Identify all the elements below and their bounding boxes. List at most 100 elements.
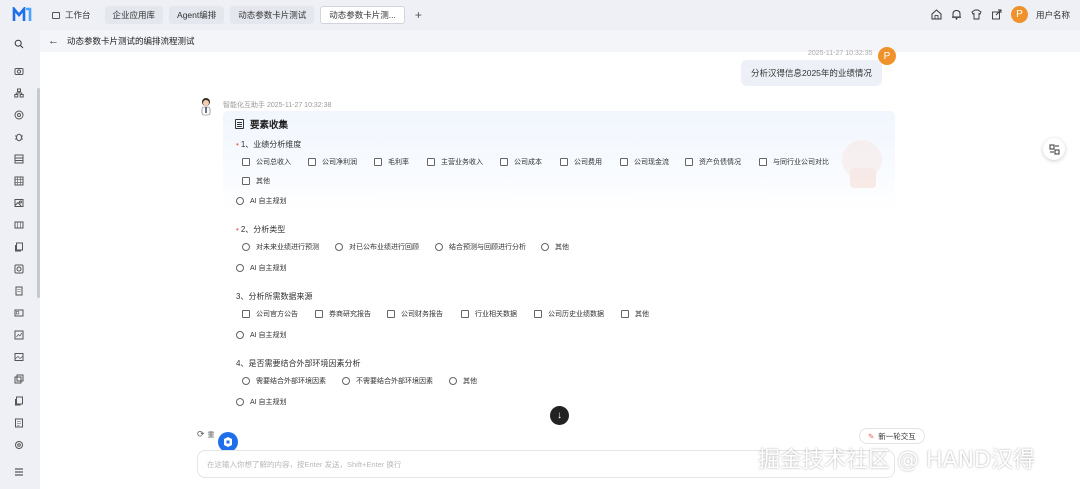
checkbox-option[interactable]: 公司费用: [560, 157, 602, 167]
radio-option[interactable]: 对未来业绩进行预测: [242, 242, 319, 252]
chart-icon[interactable]: [13, 329, 24, 340]
checkbox-option[interactable]: 其他: [621, 309, 649, 319]
checkbox[interactable]: [534, 310, 542, 318]
settings-icon[interactable]: [13, 439, 24, 450]
radio-option[interactable]: 需要结合外部环境因素: [242, 376, 326, 386]
checkbox-option[interactable]: 公司净利润: [308, 157, 357, 167]
checkbox[interactable]: [315, 310, 323, 318]
checkbox[interactable]: [427, 158, 435, 166]
radio[interactable]: [541, 243, 549, 251]
photo-icon[interactable]: [13, 263, 24, 274]
page-title: 动态参数卡片测试的编排流程测试: [67, 36, 195, 46]
camera-icon[interactable]: [13, 65, 24, 76]
search-icon[interactable]: [13, 38, 24, 49]
checkbox-option[interactable]: 公司财务报告: [387, 309, 443, 319]
checkbox[interactable]: [461, 310, 469, 318]
radio[interactable]: [242, 243, 250, 251]
checkbox-option[interactable]: 公司现金流: [620, 157, 669, 167]
tab-dynamic-card-active[interactable]: 动态参数卡片测...: [320, 6, 405, 24]
tab-workbench[interactable]: 工作台: [44, 6, 99, 24]
radio[interactable]: [236, 197, 244, 205]
checkbox[interactable]: [621, 310, 629, 318]
checkbox[interactable]: [620, 158, 628, 166]
refresh-button[interactable]: ⟳ 重: [197, 429, 215, 440]
tab-app-library[interactable]: 企业应用库: [104, 6, 164, 24]
shirt-icon[interactable]: [971, 9, 983, 21]
avatar[interactable]: P: [1010, 6, 1028, 23]
option-label: 公司总收入: [256, 159, 291, 166]
scroll-down-arrow-icon[interactable]: ↓: [550, 406, 569, 425]
checkbox[interactable]: [387, 310, 395, 318]
checkbox-option[interactable]: 公司历史业绩数据: [534, 309, 604, 319]
radio-option[interactable]: 对已公布业绩进行回顾: [335, 242, 419, 252]
option-label: 公司净利润: [322, 159, 357, 166]
username[interactable]: 用户名称: [1036, 9, 1070, 21]
form-icon[interactable]: [13, 417, 24, 428]
org-chart-icon[interactable]: [13, 87, 24, 98]
option-label: 公司现金流: [634, 159, 669, 166]
radio-option-ai[interactable]: AI 自主规划: [236, 196, 287, 206]
aperture-icon[interactable]: [13, 109, 24, 120]
option-label: 公司费用: [574, 159, 602, 166]
radio-option[interactable]: 其他: [541, 242, 569, 252]
grid-icon[interactable]: [13, 175, 24, 186]
checkbox[interactable]: [308, 158, 316, 166]
radio[interactable]: [236, 264, 244, 272]
radio[interactable]: [236, 398, 244, 406]
checkbox-option[interactable]: 资产负债情况: [685, 157, 741, 167]
bell-icon[interactable]: [951, 9, 963, 21]
radio-option[interactable]: 结合预测与回顾进行分析: [435, 242, 526, 252]
floating-tools-icon[interactable]: [1043, 138, 1065, 160]
checkbox[interactable]: [759, 158, 767, 166]
bug-icon[interactable]: [13, 131, 24, 142]
checkbox-option[interactable]: 公司总收入: [242, 157, 291, 167]
radio[interactable]: [236, 331, 244, 339]
table-icon[interactable]: [13, 219, 24, 230]
card-icon[interactable]: [13, 307, 24, 318]
radio[interactable]: [342, 377, 350, 385]
checkbox[interactable]: [685, 158, 693, 166]
share-icon[interactable]: [991, 9, 1003, 21]
checkbox[interactable]: [242, 177, 250, 185]
home-icon[interactable]: [931, 9, 943, 21]
document-icon[interactable]: [13, 285, 24, 296]
radio-option[interactable]: 其他: [449, 376, 477, 386]
radio[interactable]: [435, 243, 443, 251]
checkbox[interactable]: [242, 158, 250, 166]
checkbox[interactable]: [242, 310, 250, 318]
add-tab-button[interactable]: +: [415, 8, 422, 22]
refresh-icon: ⟳: [197, 429, 205, 439]
checkbox-option[interactable]: 主营业务收入: [427, 157, 483, 167]
copy-icon[interactable]: [13, 395, 24, 406]
checkbox[interactable]: [500, 158, 508, 166]
radio-option[interactable]: 不需要结合外部环境因素: [342, 376, 433, 386]
checkbox-option[interactable]: 券商研究报告: [315, 309, 371, 319]
radio-option-ai[interactable]: AI 自主规划: [236, 263, 287, 273]
gallery-icon[interactable]: [13, 351, 24, 362]
checkbox-option[interactable]: 其他: [242, 176, 270, 186]
menu-icon[interactable]: [13, 466, 24, 477]
radio-option-ai[interactable]: AI 自主规划: [236, 397, 287, 407]
layers-icon[interactable]: [13, 373, 24, 384]
checkbox-option[interactable]: 行业相关数据: [461, 309, 517, 319]
radio[interactable]: [242, 377, 250, 385]
tab-label: 动态参数卡片测试: [238, 10, 307, 20]
radio-option-ai[interactable]: AI 自主规划: [236, 330, 287, 340]
checkbox[interactable]: [374, 158, 382, 166]
tab-dynamic-card[interactable]: 动态参数卡片测试: [230, 6, 315, 24]
checkbox-option[interactable]: 公司官方公告: [242, 309, 298, 319]
app-logo-icon[interactable]: [12, 7, 32, 23]
database-icon[interactable]: [13, 153, 24, 164]
radio[interactable]: [335, 243, 343, 251]
checkbox[interactable]: [560, 158, 568, 166]
assistant-badge-icon[interactable]: [218, 432, 238, 452]
files-icon[interactable]: [13, 241, 24, 252]
question-title: • 1、业绩分析维度: [236, 139, 301, 150]
image-icon[interactable]: [13, 197, 24, 208]
radio[interactable]: [449, 377, 457, 385]
checkbox-option[interactable]: 与同行业公司对比: [759, 157, 829, 167]
tab-agent[interactable]: Agent编排: [169, 6, 225, 24]
back-arrow-icon[interactable]: ←: [48, 35, 59, 47]
checkbox-option[interactable]: 毛利率: [374, 157, 409, 167]
checkbox-option[interactable]: 公司成本: [500, 157, 542, 167]
